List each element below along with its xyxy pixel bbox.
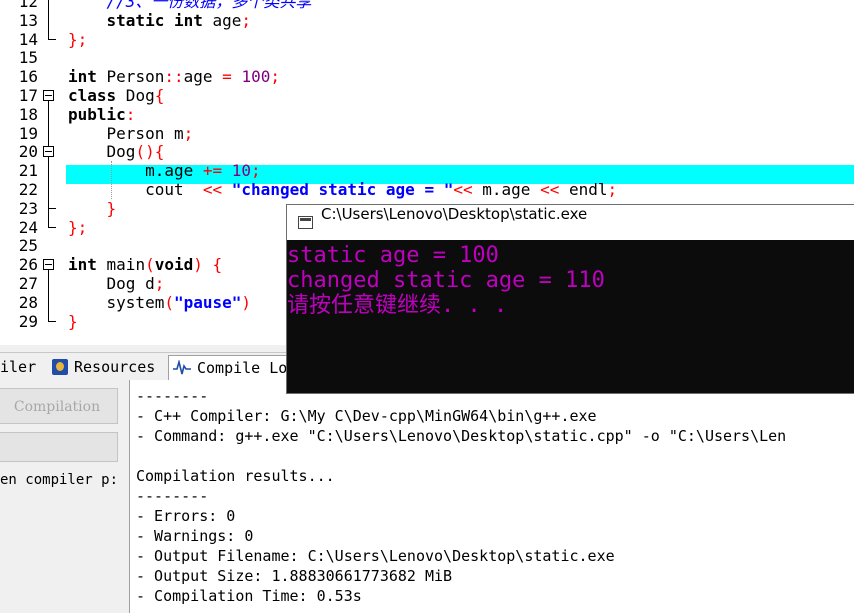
console-title: C:\Users\Lenovo\Desktop\static.exe xyxy=(321,205,588,223)
tab-compiler-label: iler xyxy=(0,358,37,376)
log-line: -------- xyxy=(136,487,209,505)
line-number: 21 xyxy=(18,161,38,181)
line-number: 26 xyxy=(18,255,38,275)
log-line: - C++ Compiler: G:\My C\Dev-cpp\MinGW64\… xyxy=(136,407,597,425)
log-line: - Output Filename: C:\Users\Lenovo\Deskt… xyxy=(136,547,615,565)
line-number: 16 xyxy=(18,67,38,87)
line-number: 24 xyxy=(18,217,38,237)
tab-resources[interactable]: Resources xyxy=(52,355,155,379)
abort-compilation-button[interactable]: Compilation xyxy=(0,388,118,424)
line-number: 15 xyxy=(18,48,38,68)
code-line: Dog(){ xyxy=(68,142,165,162)
console-window-icon xyxy=(298,216,313,229)
console-output-line: 请按任意键继续. . . xyxy=(287,293,508,318)
log-line: - Compilation Time: 0.53s xyxy=(136,587,362,605)
shorten-paths-button[interactable] xyxy=(0,432,118,462)
line-number: 23 xyxy=(18,198,38,218)
compile-log-side-panel: Compilation en compiler p: xyxy=(0,380,128,613)
code-line: Dog d; xyxy=(68,274,165,293)
fold-minus-icon[interactable] xyxy=(43,90,54,101)
code-line: cout << "changed static age = "<< m.age … xyxy=(68,180,618,199)
code-line: }; xyxy=(68,217,88,237)
line-number: 12 xyxy=(18,0,38,11)
console-window[interactable]: C:\Users\Lenovo\Desktop\static.exe stati… xyxy=(286,204,854,394)
resources-icon xyxy=(52,359,68,375)
code-line: //3、一份数据，多个类共享 xyxy=(68,0,312,11)
code-line: } xyxy=(68,311,78,331)
log-line: - Warnings: 0 xyxy=(136,527,254,545)
shorten-compiler-paths-label: en compiler p: xyxy=(0,472,119,488)
compile-log-output[interactable]: -------- - C++ Compiler: G:\My C\Dev-cpp\… xyxy=(129,380,854,613)
code-line: static int age; xyxy=(106,10,252,30)
fold-line xyxy=(48,270,49,321)
log-line: - Output Size: 1.88830661773682 MiB xyxy=(136,567,453,585)
code-line: class Dog{ xyxy=(68,86,165,105)
log-line: Compilation results... xyxy=(136,467,335,485)
fold-minus-icon[interactable] xyxy=(43,259,54,271)
line-number: 28 xyxy=(18,292,38,312)
fold-end-marker xyxy=(48,38,56,40)
tab-resources-label: Resources xyxy=(74,358,156,376)
line-number: 18 xyxy=(18,104,38,124)
code-line: int main(void) { xyxy=(68,255,223,275)
code-line: Person m; xyxy=(68,123,194,143)
code-line: int Person::age = 100; xyxy=(68,67,280,87)
console-output-line: changed static age = 110 xyxy=(287,268,605,293)
tab-compile-log-label: Compile Lo xyxy=(197,359,288,377)
line-number: 17 xyxy=(18,86,38,105)
fold-end-marker xyxy=(48,226,56,228)
log-line: -------- xyxy=(136,387,209,405)
fold-end-marker xyxy=(48,320,56,322)
line-number: 29 xyxy=(18,311,38,331)
line-number: 25 xyxy=(18,236,38,256)
console-title-bar[interactable]: C:\Users\Lenovo\Desktop\static.exe xyxy=(287,205,854,240)
code-line: public: xyxy=(68,104,136,124)
line-number-gutter: 12 13 14 15 16 17 18 19 20 21 22 23 24 25 26 27 28 29 xyxy=(0,0,40,345)
tab-compile-log[interactable]: Compile Lo xyxy=(168,355,297,380)
code-line: m.age += 10; xyxy=(68,161,261,181)
line-number: 20 xyxy=(18,142,38,162)
line-number: 19 xyxy=(18,123,38,143)
fold-line xyxy=(48,157,49,208)
console-output-line: static age = 100 xyxy=(287,243,499,268)
indent-guide xyxy=(111,161,112,199)
fold-end-marker xyxy=(48,207,56,209)
line-number: 27 xyxy=(18,274,38,293)
code-line: system("pause") xyxy=(68,292,252,312)
line-number: 22 xyxy=(18,180,38,199)
line-number: 13 xyxy=(18,10,38,30)
code-line: }; xyxy=(68,29,88,49)
code-line: } xyxy=(106,198,117,218)
fold-line xyxy=(48,0,49,39)
log-line: - Errors: 0 xyxy=(136,507,236,525)
log-line: - Command: g++.exe "C:\Users\Lenovo\Desk… xyxy=(136,427,787,445)
compile-log-icon xyxy=(173,360,191,375)
fold-minus-icon[interactable] xyxy=(43,146,54,158)
line-number: 14 xyxy=(18,29,38,49)
fold-margin xyxy=(40,0,64,345)
tab-compiler[interactable]: iler xyxy=(0,355,36,379)
